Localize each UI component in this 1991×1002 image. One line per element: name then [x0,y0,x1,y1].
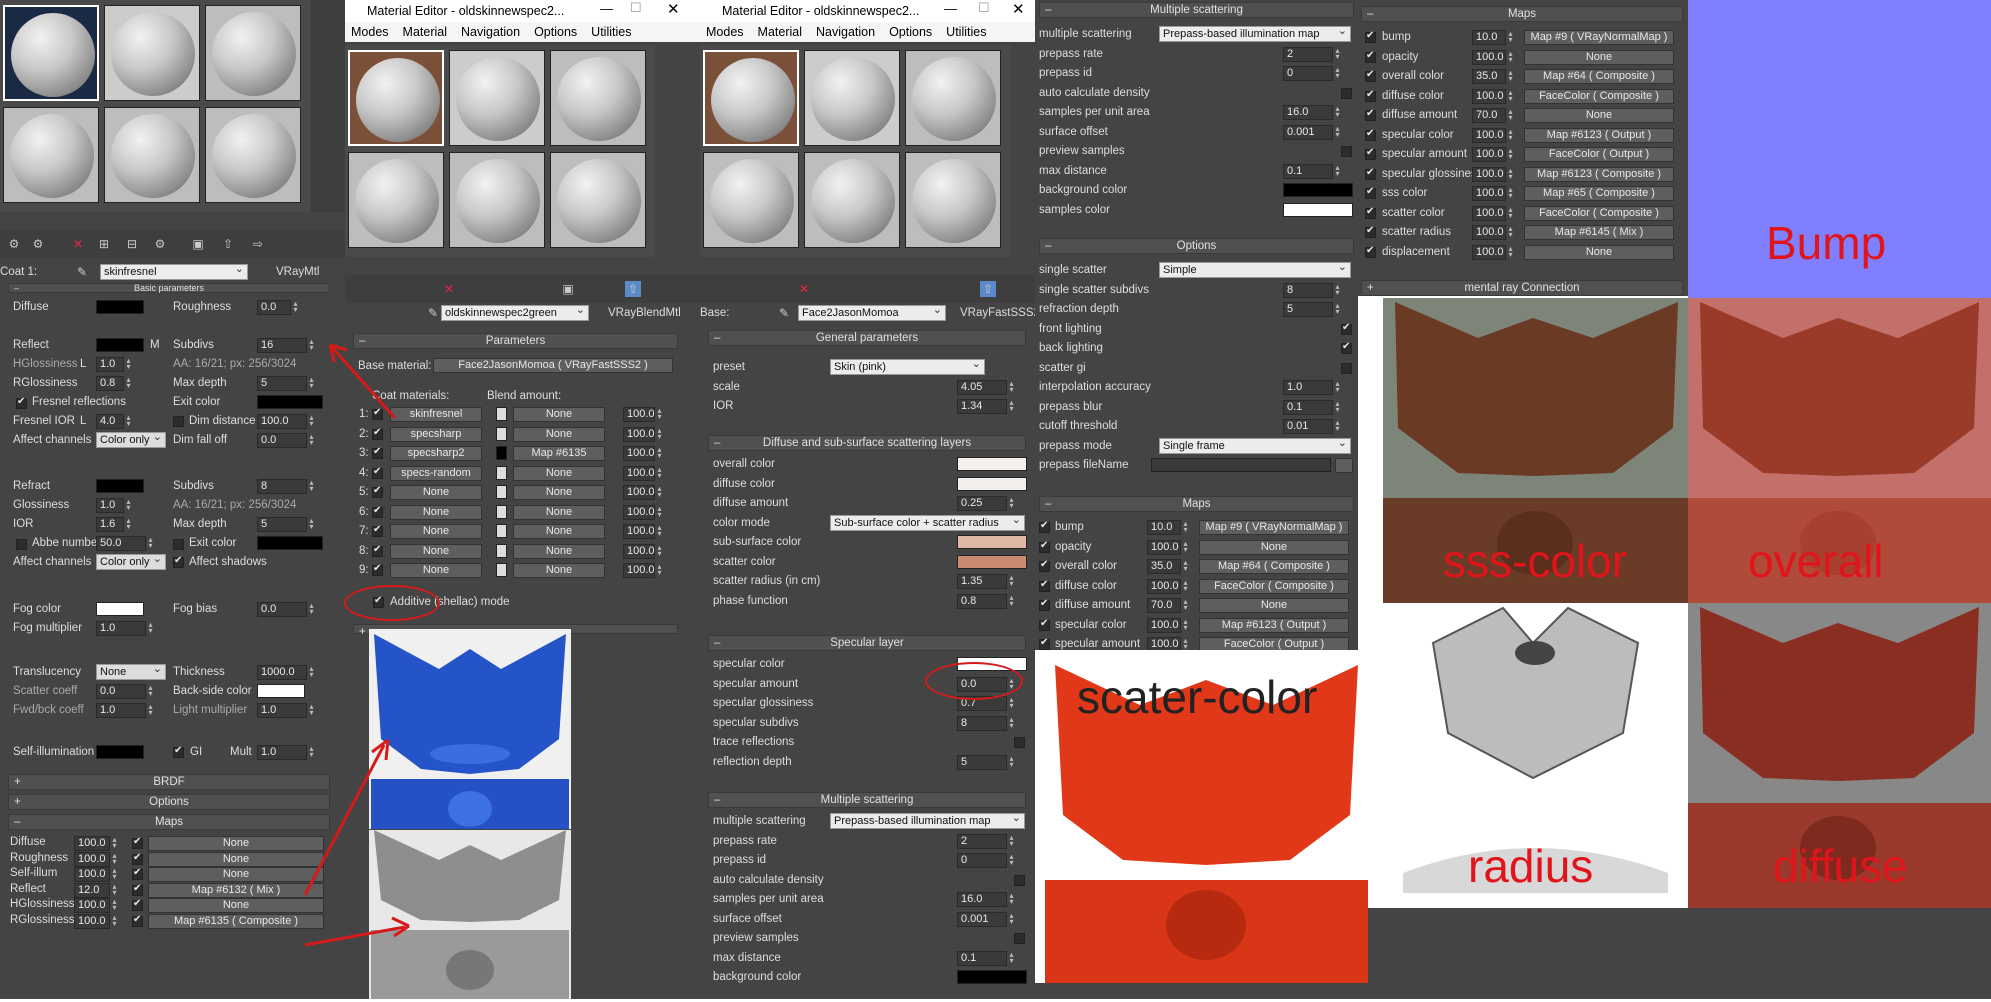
annotation-arrows [303,343,410,947]
